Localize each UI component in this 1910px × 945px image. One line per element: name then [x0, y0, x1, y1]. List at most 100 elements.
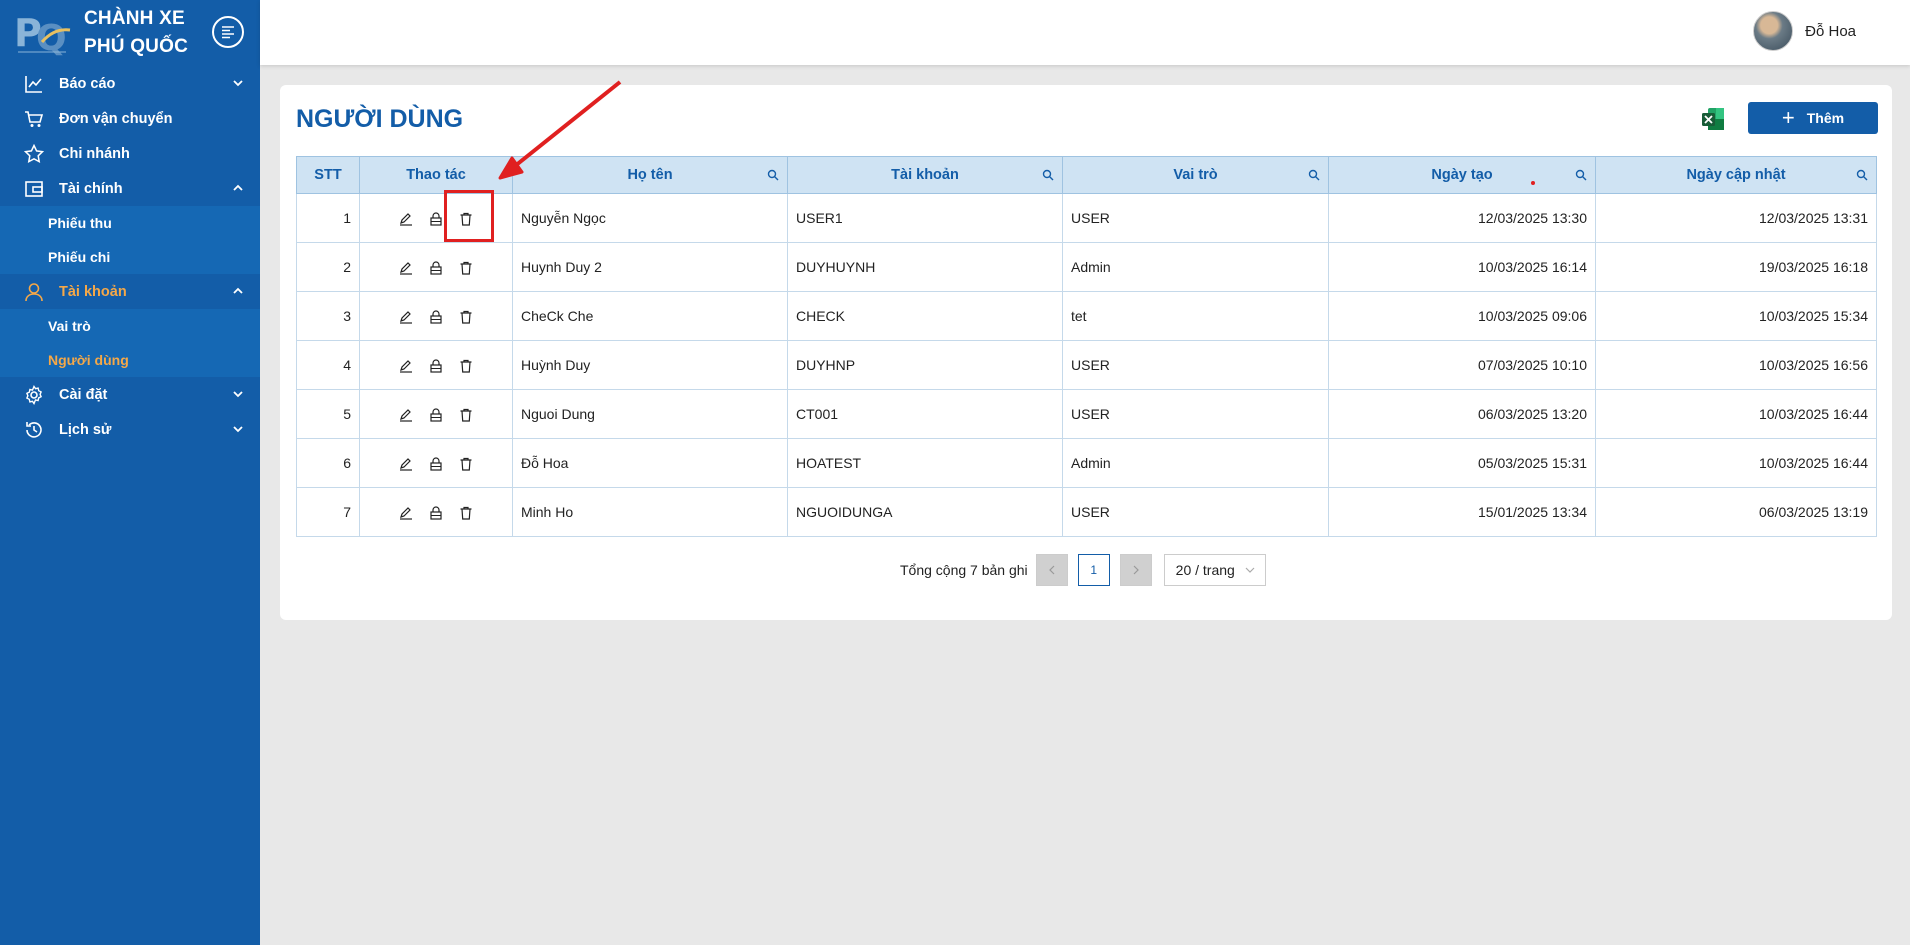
col-header-actions: Thao tác: [359, 156, 513, 194]
search-icon[interactable]: [1308, 169, 1320, 181]
chevron-right-icon: [1133, 565, 1139, 575]
edit-icon[interactable]: [399, 310, 413, 324]
search-icon[interactable]: [1042, 169, 1054, 181]
delete-icon[interactable]: [459, 506, 473, 520]
cell-name: Huỳnh Duy: [512, 340, 788, 390]
edit-icon[interactable]: [399, 212, 413, 226]
users-table: STT Thao tác Họ tên Tài khoản Vai trò Ng…: [296, 156, 1877, 537]
cell-updated: 10/03/2025 16:56: [1595, 340, 1877, 390]
cell-actions: [359, 389, 513, 439]
edit-icon[interactable]: [399, 261, 413, 275]
delete-icon[interactable]: [459, 457, 473, 471]
cell-stt: 4: [296, 340, 360, 390]
col-header-role[interactable]: Vai trò: [1062, 156, 1329, 194]
lock-icon[interactable]: [429, 408, 443, 422]
cell-name: Nguyễn Ngọc: [512, 193, 788, 243]
sidebar-item-vai-tro[interactable]: Vai trò: [0, 309, 260, 343]
sidebar-item-don-van-chuyen[interactable]: Đơn vận chuyển: [0, 101, 260, 136]
delete-icon[interactable]: [459, 408, 473, 422]
sidebar-item-nguoi-dung[interactable]: Người dùng: [0, 343, 260, 377]
table-row: 5 Nguoi Dung CT001 USER 06/03/2025 13:20 10/0…: [296, 389, 1877, 439]
search-icon[interactable]: [1575, 169, 1587, 181]
logo-icon: P Q: [14, 8, 72, 59]
chevron-left-icon: [1048, 565, 1055, 575]
chevron-down-icon: [1245, 567, 1255, 573]
star-icon: [24, 143, 44, 164]
cell-account: CT001: [787, 389, 1063, 439]
cell-role: USER: [1062, 389, 1329, 439]
cell-name: Minh Ho: [512, 487, 788, 537]
sidebar-item-tai-khoan[interactable]: Tài khoản: [0, 274, 260, 309]
page-title: NGƯỜI DÙNG: [296, 105, 464, 133]
user-menu[interactable]: Đỗ Hoa: [1753, 11, 1856, 51]
search-icon[interactable]: [767, 169, 779, 181]
delete-icon[interactable]: [459, 310, 473, 324]
lock-icon[interactable]: [429, 506, 443, 520]
sidebar-item-phieu-thu[interactable]: Phiếu thu: [0, 206, 260, 240]
brand: P Q CHÀNH XE PHÚ QUỐC: [0, 0, 260, 66]
lock-icon[interactable]: [429, 457, 443, 471]
cell-created: 10/03/2025 09:06: [1328, 291, 1596, 341]
col-header-account[interactable]: Tài khoản: [787, 156, 1063, 194]
lock-icon[interactable]: [429, 212, 443, 226]
chevron-down-icon: [233, 80, 243, 87]
cell-created: 12/03/2025 13:30: [1328, 193, 1596, 243]
search-icon[interactable]: [1856, 169, 1868, 181]
sidebar-item-bao-cao[interactable]: Báo cáo: [0, 66, 260, 101]
sidebar-item-tai-chinh[interactable]: Tài chính: [0, 171, 260, 206]
table-header-row: STT Thao tác Họ tên Tài khoản Vai trò Ng…: [296, 156, 1877, 194]
sidebar-item-label: Tài khoản: [59, 283, 127, 300]
user-name: Đỗ Hoa: [1805, 22, 1856, 40]
cell-updated: 10/03/2025 16:44: [1595, 389, 1877, 439]
cell-created: 07/03/2025 10:10: [1328, 340, 1596, 390]
sidebar-item-cai-dat[interactable]: Cài đặt: [0, 377, 260, 412]
sidebar-item-label: Lịch sử: [59, 421, 112, 438]
cell-actions: [359, 291, 513, 341]
next-page-button[interactable]: [1119, 554, 1152, 586]
cell-account: CHECK: [787, 291, 1063, 341]
annotation-highlight-box: [444, 190, 494, 242]
avatar[interactable]: [1753, 11, 1794, 51]
lock-icon[interactable]: [429, 310, 443, 324]
sidebar-item-label: Đơn vận chuyển: [59, 110, 173, 127]
user-icon: [24, 282, 44, 302]
col-header-created[interactable]: Ngày tạo: [1328, 156, 1596, 194]
chart-line-icon: [24, 74, 44, 94]
sidebar-item-phieu-chi[interactable]: Phiếu chi: [0, 240, 260, 274]
col-header-stt: STT: [296, 156, 360, 194]
excel-icon: [1702, 108, 1724, 130]
delete-icon[interactable]: [459, 359, 473, 373]
col-header-name[interactable]: Họ tên: [512, 156, 788, 194]
cell-account: DUYHNP: [787, 340, 1063, 390]
edit-icon[interactable]: [399, 506, 413, 520]
cell-updated: 19/03/2025 16:18: [1595, 242, 1877, 292]
cell-account: USER1: [787, 193, 1063, 243]
cell-role: USER: [1062, 487, 1329, 537]
delete-icon[interactable]: [459, 261, 473, 275]
page-button-current[interactable]: 1: [1077, 554, 1110, 586]
prev-page-button[interactable]: [1035, 554, 1068, 586]
annotation-dot: [1531, 181, 1535, 185]
edit-icon[interactable]: [399, 457, 413, 471]
export-excel-button[interactable]: [1700, 106, 1726, 132]
sidebar-item-chi-nhanh[interactable]: Chi nhánh: [0, 136, 260, 171]
history-icon: [24, 420, 44, 440]
add-button[interactable]: + Thêm: [1748, 102, 1878, 134]
cell-account: HOATEST: [787, 438, 1063, 488]
sidebar-item-lich-su[interactable]: Lịch sử: [0, 412, 260, 447]
menu-toggle-button[interactable]: [212, 16, 244, 48]
chevron-up-icon: [233, 184, 243, 191]
page-size-select[interactable]: 20 / trang: [1163, 554, 1266, 586]
pagination: Tổng cộng 7 bản ghi 1 20 / trang: [900, 554, 1266, 586]
lock-icon[interactable]: [429, 359, 443, 373]
sidebar-item-label: Cài đặt: [59, 386, 108, 403]
cell-name: CheCk Che: [512, 291, 788, 341]
lock-icon[interactable]: [429, 261, 443, 275]
edit-icon[interactable]: [399, 359, 413, 373]
cell-name: Nguoi Dung: [512, 389, 788, 439]
cell-actions: [359, 487, 513, 537]
col-header-updated[interactable]: Ngày cập nhật: [1595, 156, 1877, 194]
cell-stt: 6: [296, 438, 360, 488]
edit-icon[interactable]: [399, 408, 413, 422]
cell-role: USER: [1062, 340, 1329, 390]
